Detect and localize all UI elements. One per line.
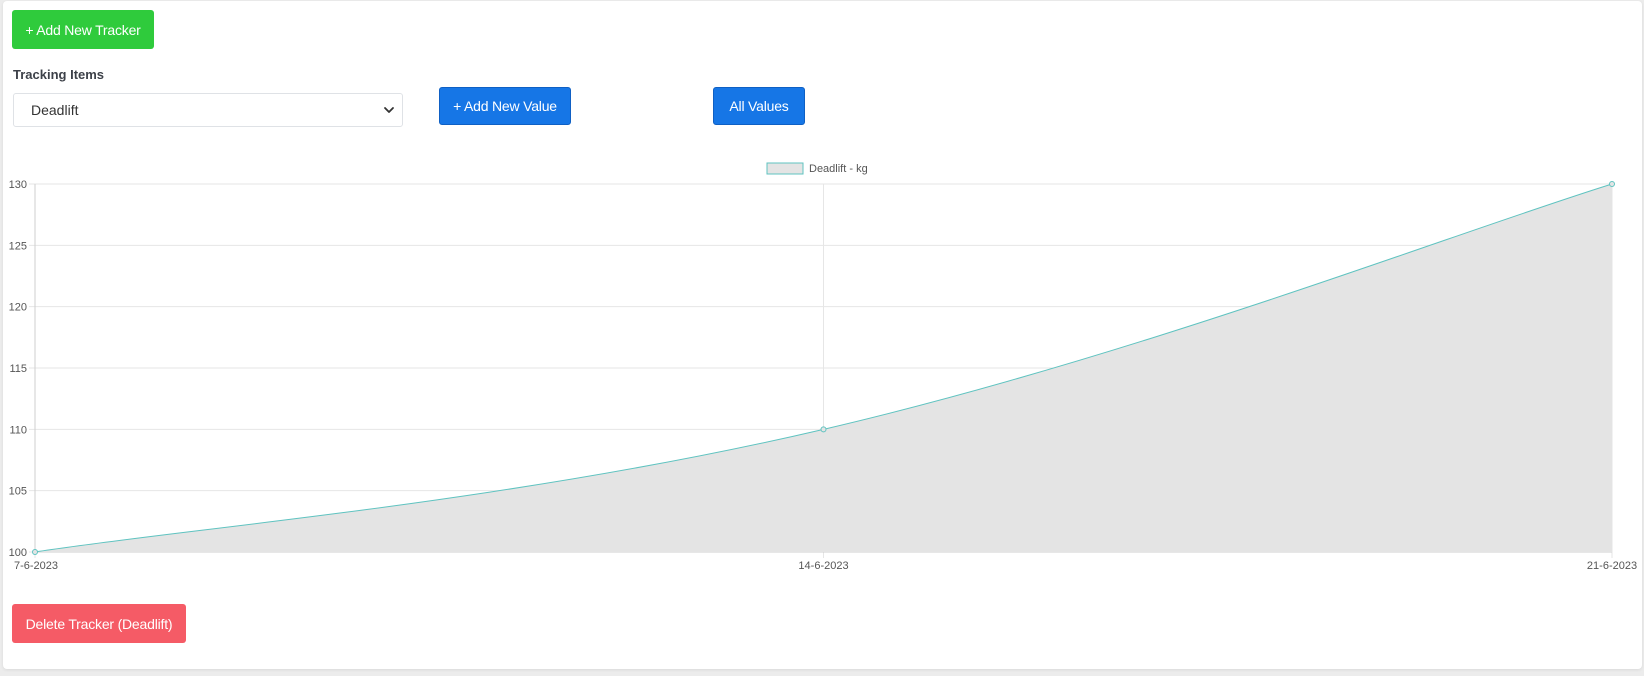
- y-axis-ticks: 100 105 110 115 120 125 130: [9, 179, 27, 559]
- y-tick-label: 100: [9, 547, 27, 559]
- data-point: [820, 426, 827, 433]
- legend-label: Deadlift - kg: [809, 163, 868, 175]
- y-tick-label: 130: [9, 179, 27, 191]
- y-tick-label: 125: [9, 240, 27, 252]
- data-point: [32, 549, 38, 555]
- y-tick-label: 110: [9, 424, 27, 436]
- legend-swatch: [766, 162, 804, 175]
- y-tick-label: 120: [9, 302, 27, 314]
- y-tick-label: 105: [9, 486, 27, 498]
- x-tick-label: 14-6-2023: [798, 560, 848, 572]
- deadlift-chart: 100 105 110 115 120 125 130 7-6-2023 14-6-2023 2…: [9, 162, 1637, 572]
- delete-tracker-button[interactable]: Delete Tracker (Deadlift): [12, 604, 186, 643]
- x-axis-ticks: 7-6-2023 14-6-2023 21-6-2023: [14, 560, 1637, 572]
- chart-legend: Deadlift - kg: [766, 162, 868, 175]
- x-tick-label: 7-6-2023: [14, 560, 58, 572]
- y-tick-label: 115: [9, 363, 27, 375]
- data-point: [1609, 181, 1615, 187]
- x-tick-label: 21-6-2023: [1587, 560, 1637, 572]
